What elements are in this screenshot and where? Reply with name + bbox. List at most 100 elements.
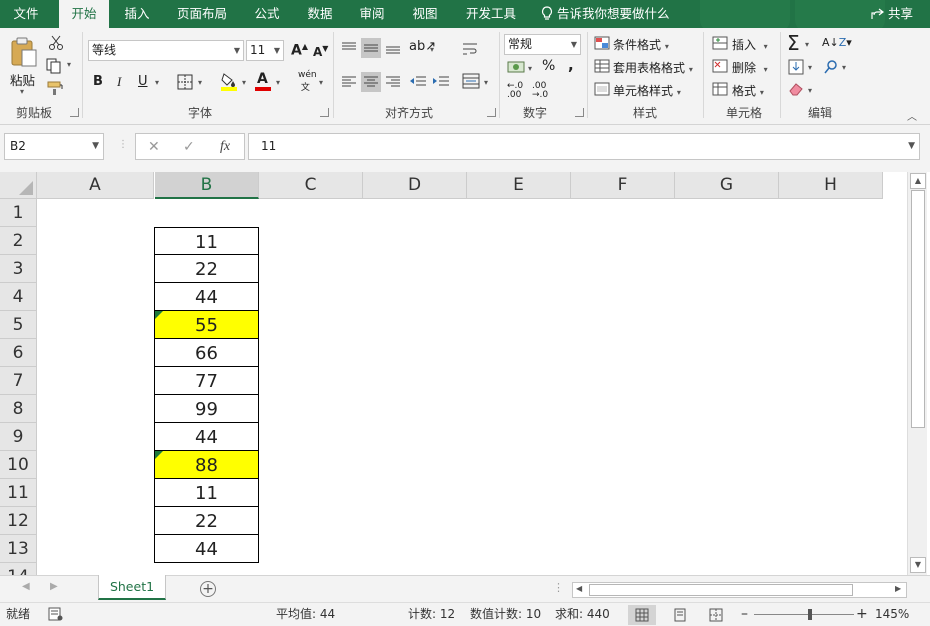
- scroll-down-icon[interactable]: ▼: [910, 557, 926, 573]
- tab-data[interactable]: 数据: [298, 0, 342, 28]
- shrink-font-icon[interactable]: A▼: [313, 44, 328, 59]
- format-cells-icon[interactable]: [712, 82, 728, 96]
- prev-sheet-icon[interactable]: ◀: [22, 581, 30, 592]
- fill-color-icon[interactable]: [220, 71, 238, 91]
- row-header-10[interactable]: 10: [0, 451, 37, 479]
- horizontal-scroll-thumb[interactable]: [589, 584, 853, 596]
- paste-dropdown[interactable]: ▾: [20, 87, 24, 96]
- cell-b13[interactable]: 44: [154, 535, 259, 563]
- row-header-3[interactable]: 3: [0, 255, 37, 283]
- cell-b8[interactable]: 99: [154, 395, 259, 423]
- decrease-indent-icon[interactable]: [409, 75, 427, 89]
- error-indicator-icon[interactable]: [155, 311, 163, 319]
- align-left-icon[interactable]: [341, 75, 357, 89]
- tab-insert[interactable]: 插入: [114, 0, 160, 28]
- accounting-dropdown[interactable]: ▾: [528, 64, 532, 73]
- row-header-13[interactable]: 13: [0, 535, 37, 563]
- border-dropdown[interactable]: ▾: [198, 78, 202, 87]
- cut-icon[interactable]: [48, 35, 64, 51]
- border-icon[interactable]: [177, 74, 193, 90]
- align-top-icon[interactable]: [341, 41, 357, 55]
- cell-b4[interactable]: 44: [154, 283, 259, 311]
- row-header-9[interactable]: 9: [0, 423, 37, 451]
- cell-b6[interactable]: 66: [154, 339, 259, 367]
- paste-icon[interactable]: [10, 36, 38, 68]
- zoom-level[interactable]: 145%: [875, 603, 909, 625]
- column-header-c[interactable]: C: [259, 172, 363, 199]
- cancel-icon[interactable]: ✕: [148, 139, 160, 155]
- horizontal-scrollbar[interactable]: ◀ ▶: [572, 582, 907, 598]
- name-box[interactable]: B2 ▼: [4, 133, 104, 160]
- row-header-7[interactable]: 7: [0, 367, 37, 395]
- column-header-d[interactable]: D: [363, 172, 467, 199]
- delete-cells-icon[interactable]: [712, 59, 728, 73]
- insert-cells-icon[interactable]: [712, 36, 728, 50]
- tab-home[interactable]: 开始: [59, 0, 109, 28]
- clipboard-launcher-icon[interactable]: [70, 108, 79, 117]
- row-header-6[interactable]: 6: [0, 339, 37, 367]
- alignment-launcher-icon[interactable]: [487, 108, 496, 117]
- cell-b9[interactable]: 44: [154, 423, 259, 451]
- tab-page-layout[interactable]: 页面布局: [171, 0, 233, 28]
- underline-button[interactable]: U: [138, 74, 148, 89]
- increase-decimal-icon[interactable]: ←.0.00: [507, 82, 523, 100]
- zoom-slider-thumb[interactable]: [808, 609, 812, 620]
- tab-formulas[interactable]: 公式: [245, 0, 289, 28]
- find-select-icon[interactable]: [823, 59, 839, 75]
- splitter-handle[interactable]: ⋮: [118, 139, 128, 150]
- collapse-ribbon-icon[interactable]: ︿: [907, 108, 917, 123]
- wrap-text-icon[interactable]: [462, 41, 478, 57]
- zoom-slider-track[interactable]: [754, 614, 854, 615]
- column-header-a[interactable]: A: [37, 172, 154, 199]
- autosum-icon[interactable]: Σ: [787, 31, 800, 55]
- next-sheet-icon[interactable]: ▶: [50, 581, 58, 592]
- comma-button[interactable]: ,: [568, 56, 574, 74]
- copy-dropdown[interactable]: ▾: [67, 60, 71, 69]
- delete-cells-button[interactable]: 删除 ▾: [732, 59, 768, 76]
- decrease-decimal-icon[interactable]: .00 →.0: [532, 82, 548, 100]
- format-cells-button[interactable]: 格式 ▾: [732, 82, 764, 99]
- fill-dropdown[interactable]: ▾: [808, 63, 812, 72]
- page-break-view-button[interactable]: [702, 605, 730, 625]
- format-as-table-button[interactable]: 套用表格格式 ▾: [613, 59, 693, 76]
- conditional-format-button[interactable]: 条件格式 ▾: [613, 36, 669, 53]
- clear-dropdown[interactable]: ▾: [808, 86, 812, 95]
- cell-b11[interactable]: 11: [154, 479, 259, 507]
- phonetic-dropdown[interactable]: ▾: [319, 78, 323, 87]
- tab-developer[interactable]: 开发工具: [458, 0, 524, 28]
- column-header-g[interactable]: G: [675, 172, 779, 199]
- italic-button[interactable]: I: [117, 74, 121, 90]
- tab-file[interactable]: 文件: [0, 0, 52, 28]
- row-header-2[interactable]: 2: [0, 227, 37, 255]
- row-header-12[interactable]: 12: [0, 507, 37, 535]
- vertical-scrollbar[interactable]: ▲ ▼: [907, 172, 927, 575]
- format-as-table-icon[interactable]: [594, 59, 610, 73]
- worksheet-grid[interactable]: ABCDEFGH 1234567891011121314 11224455667…: [0, 172, 907, 575]
- zoom-out-button[interactable]: –: [741, 603, 748, 625]
- scroll-up-icon[interactable]: ▲: [910, 173, 926, 189]
- column-header-b[interactable]: B: [155, 172, 259, 199]
- row-header-8[interactable]: 8: [0, 395, 37, 423]
- tab-review[interactable]: 审阅: [350, 0, 394, 28]
- formula-input[interactable]: 11 ▼: [248, 133, 920, 160]
- tab-splitter-handle[interactable]: ⋮: [553, 581, 564, 594]
- error-indicator-icon[interactable]: [155, 451, 163, 459]
- grow-font-icon[interactable]: A▲: [291, 42, 308, 59]
- row-header-5[interactable]: 5: [0, 311, 37, 339]
- percent-button[interactable]: %: [542, 58, 555, 74]
- cell-styles-icon[interactable]: [594, 82, 610, 96]
- page-layout-view-button[interactable]: [666, 605, 694, 625]
- accounting-format-icon[interactable]: [507, 59, 525, 75]
- underline-dropdown[interactable]: ▾: [155, 78, 159, 87]
- row-header-14[interactable]: 14: [0, 563, 37, 575]
- font-size-combo[interactable]: 11 ▼: [246, 40, 284, 61]
- number-format-combo[interactable]: 常规 ▼: [504, 34, 581, 55]
- increase-indent-icon[interactable]: [432, 75, 450, 89]
- sort-filter-icon[interactable]: A↓Z▾: [822, 36, 852, 49]
- copy-icon[interactable]: [46, 58, 62, 74]
- row-header-11[interactable]: 11: [0, 479, 37, 507]
- row-header-4[interactable]: 4: [0, 283, 37, 311]
- column-header-f[interactable]: F: [571, 172, 675, 199]
- share-button[interactable]: 共享: [870, 0, 913, 28]
- scroll-right-icon[interactable]: ▶: [895, 584, 901, 593]
